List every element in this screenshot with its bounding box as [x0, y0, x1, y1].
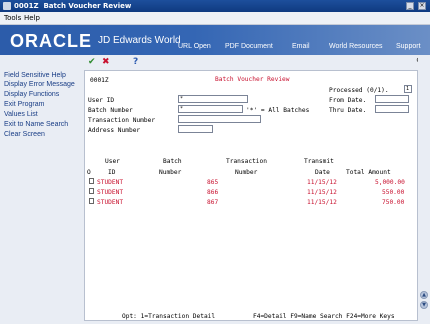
col-header-batch: Batch [163, 158, 182, 165]
row-batch: 866 [207, 189, 219, 196]
minimize-icon[interactable]: _ [406, 2, 414, 10]
row-batch: 867 [207, 199, 219, 206]
row-date: 11/15/12 [307, 199, 337, 206]
main-form: 0001Z Batch Voucher Review Processed (0/… [84, 70, 418, 321]
row-user: STUDENT [97, 189, 124, 196]
oracle-banner: ORACLE JD Edwards World URL Open PDF Doc… [0, 25, 430, 55]
sidebar: Field Sensitive Help Display Error Messa… [0, 55, 84, 324]
from-date-label: From Date. [329, 97, 367, 104]
row-user: STUDENT [97, 179, 124, 186]
sidebar-item-display-error-message[interactable]: Display Error Message [4, 81, 75, 88]
nav-email[interactable]: Email [292, 43, 310, 50]
sidebar-item-display-functions[interactable]: Display Functions [4, 91, 59, 98]
col-header-user: User [105, 158, 120, 165]
col-header-id: ID [108, 169, 116, 176]
menu-bar: Tools Help [0, 12, 430, 25]
col-header-transaction-number: Number [235, 169, 258, 176]
nav-world-resources[interactable]: World Resources [329, 43, 383, 50]
nav-support[interactable]: Support [396, 43, 421, 50]
col-header-date: Date [315, 169, 330, 176]
col-header-option: O [87, 169, 91, 176]
page-up-icon[interactable]: ▲ [420, 291, 428, 299]
address-number-label: Address Number [88, 127, 141, 134]
page-down-icon[interactable]: ▼ [420, 301, 428, 309]
row-option-checkbox[interactable] [89, 188, 94, 194]
menu-tools[interactable]: Tools [4, 12, 21, 24]
user-id-field[interactable]: * [178, 95, 248, 103]
cancel-icon[interactable]: ✖ [102, 57, 110, 67]
thru-date-label: Thru Date. [329, 107, 367, 114]
window-app-code: 0001Z [14, 2, 39, 10]
sidebar-item-exit-program[interactable]: Exit Program [4, 101, 44, 108]
sidebar-item-values-list[interactable]: Values List [4, 111, 38, 118]
col-header-total-amount: Total Amount [346, 169, 391, 176]
footer-function-keys: F4=Detail F9=Name Search F24=More Keys [253, 313, 395, 320]
col-header-transaction: Transaction [226, 158, 267, 165]
processed-label: Processed (0/1). [329, 87, 389, 94]
col-header-batch-number: Number [159, 169, 182, 176]
window-titlebar: 0001Z Batch Voucher Review _ × [0, 0, 430, 12]
oracle-logo: ORACLE [10, 31, 92, 51]
transaction-number-label: Transaction Number [88, 117, 156, 124]
row-batch: 865 [207, 179, 219, 186]
row-option-checkbox[interactable] [89, 198, 94, 204]
batch-number-label: Batch Number [88, 107, 133, 114]
window-title-text: Batch Voucher Review [43, 2, 132, 10]
check-icon[interactable]: ✔ [88, 57, 96, 67]
row-user: STUDENT [97, 199, 124, 206]
window-title: 0001Z Batch Voucher Review [14, 0, 131, 12]
toolbar: ✔ ✖ ? ⚲ [84, 55, 430, 69]
all-batches-note: '*' = All Batches [246, 107, 310, 114]
row-amount: 750.00 [382, 199, 405, 206]
nav-pdf-document[interactable]: PDF Document [225, 43, 273, 50]
batch-number-field[interactable]: * [178, 105, 243, 113]
close-icon[interactable]: × [418, 2, 426, 10]
sidebar-item-exit-to-name-search[interactable]: Exit to Name Search [4, 121, 68, 128]
row-date: 11/15/12 [307, 189, 337, 196]
sidebar-item-clear-screen[interactable]: Clear Screen [4, 131, 45, 138]
from-date-field[interactable] [375, 95, 409, 103]
help-icon[interactable]: ? [133, 57, 138, 67]
form-title: Batch Voucher Review [215, 76, 290, 83]
row-amount: 5,000.00 [375, 179, 405, 186]
nav-url-open[interactable]: URL Open [178, 43, 211, 50]
col-header-transmit: Transmit [304, 158, 334, 165]
scroll-controls: ▲ ▼ [418, 55, 430, 321]
thru-date-field[interactable] [375, 105, 409, 113]
product-name: JD Edwards World [98, 35, 181, 46]
app-icon [3, 2, 11, 10]
row-option-checkbox[interactable] [89, 178, 94, 184]
address-number-field[interactable] [178, 125, 213, 133]
footer-options: Opt: 1=Transaction Detail [122, 313, 216, 320]
processed-field[interactable]: 1 [404, 85, 412, 93]
row-amount: 550.00 [382, 189, 405, 196]
program-code: 0001Z [90, 77, 109, 84]
row-date: 11/15/12 [307, 179, 337, 186]
transaction-number-field[interactable] [178, 115, 261, 123]
sidebar-item-field-sensitive-help[interactable]: Field Sensitive Help [4, 72, 66, 79]
user-id-label: User ID [88, 97, 115, 104]
menu-help[interactable]: Help [24, 12, 40, 24]
